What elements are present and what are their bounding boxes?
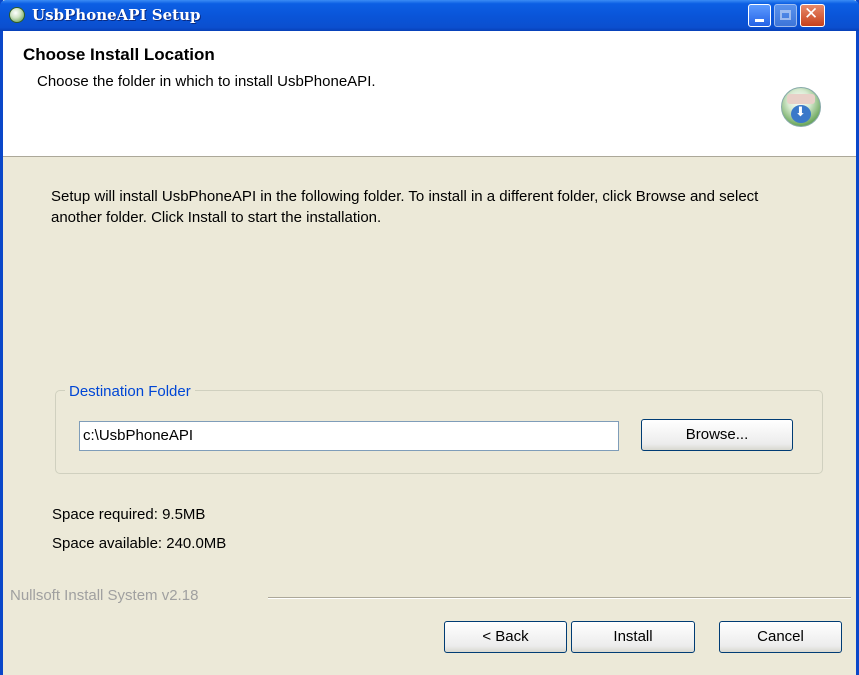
installer-logo-icon	[781, 87, 821, 127]
destination-path-input[interactable]: c:\UsbPhoneAPI	[79, 421, 619, 451]
install-button[interactable]: Install	[571, 621, 695, 653]
browse-button[interactable]: Browse...	[641, 419, 793, 451]
cancel-button[interactable]: Cancel	[719, 621, 842, 653]
download-arrow-icon	[791, 105, 811, 123]
space-required-text: Space required: 9.5MB	[52, 506, 206, 523]
logo-badge	[787, 94, 815, 104]
setup-window: UsbPhoneAPI Setup Choose Install Locatio…	[0, 0, 859, 675]
space-available-text: Space available: 240.0MB	[52, 535, 227, 552]
page-title: Choose Install Location	[23, 45, 215, 64]
window-title: UsbPhoneAPI Setup	[32, 6, 201, 24]
instructions-text: Setup will install UsbPhoneAPI in the fo…	[51, 188, 759, 226]
minimize-button[interactable]	[748, 4, 771, 27]
maximize-button	[774, 4, 797, 27]
title-bar[interactable]: UsbPhoneAPI Setup	[0, 0, 859, 31]
destination-legend: Destination Folder	[65, 383, 195, 400]
back-button[interactable]: < Back	[444, 621, 567, 653]
close-button[interactable]	[800, 4, 825, 27]
branding-divider	[268, 597, 851, 599]
app-icon	[9, 7, 25, 23]
branding-text: Nullsoft Install System v2.18	[10, 587, 203, 604]
page-subtitle: Choose the folder in which to install Us…	[37, 73, 376, 90]
